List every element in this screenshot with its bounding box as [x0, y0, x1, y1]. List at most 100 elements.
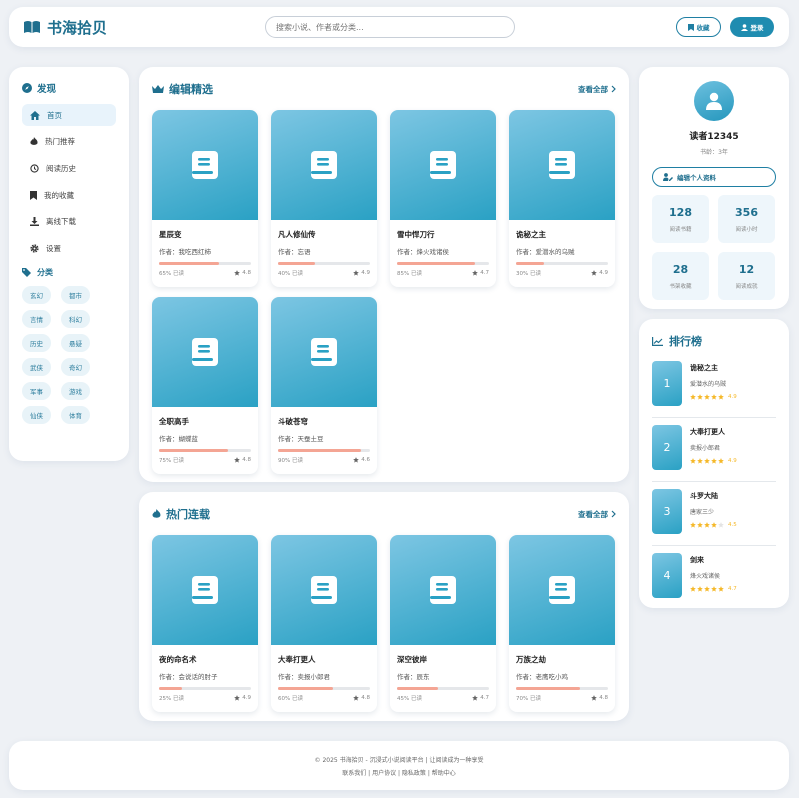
- username: 读者12345: [689, 132, 739, 142]
- book-title: 星辰变: [159, 230, 182, 239]
- ranking-title: 排行榜: [669, 335, 702, 348]
- sidebar-item-history[interactable]: 阅读历史: [22, 157, 116, 179]
- login-button[interactable]: 登录: [730, 17, 774, 37]
- ranking-item[interactable]: 4 剑来 烽火戏诸侯 4.7: [652, 552, 776, 610]
- book-rating: 4.8: [353, 694, 370, 702]
- rank-author: 卖报小郎君: [690, 445, 721, 452]
- rating-value: 4.7: [480, 695, 489, 701]
- download-icon: [30, 217, 39, 227]
- stat-value: 28: [672, 262, 689, 276]
- book-card[interactable]: 星辰变 作者：我吃西红柿 65% 已读 4.8: [152, 110, 258, 287]
- sidebar-item-home[interactable]: 首页: [22, 104, 116, 126]
- book-cover: [152, 297, 258, 407]
- progress-text: 70% 已读: [516, 696, 541, 702]
- favorites-label: 收藏: [696, 24, 710, 32]
- sidebar-item-settings[interactable]: 设置: [22, 237, 116, 259]
- reading-progress-bar: [397, 262, 489, 265]
- favorites-button[interactable]: 收藏: [676, 17, 721, 37]
- star-icon: [234, 270, 241, 276]
- category-tag[interactable]: 仙侠: [22, 406, 51, 425]
- category-tag[interactable]: 武侠: [22, 358, 51, 377]
- ranking-list: 1 诡秘之主 爱潜水的乌贼 4.9 2 大奉打更人 卖报小郎君 4.9 3 斗罗大陆 唐家三少 4.5…: [652, 360, 776, 610]
- progress-fill: [159, 262, 219, 265]
- reading-progress-bar: [516, 262, 608, 265]
- category-tag[interactable]: 言情: [22, 310, 51, 329]
- book-card[interactable]: 诡秘之主 作者：爱潜水的乌贼 30% 已读 4.9: [509, 110, 615, 287]
- book-title: 雪中悍刀行: [397, 230, 435, 239]
- book-rating: 4.9: [591, 269, 608, 277]
- book-card[interactable]: 夜的命名术 作者：会说话的肘子 25% 已读 4.9: [152, 535, 258, 712]
- ranking-item[interactable]: 3 斗罗大陆 唐家三少 4.5: [652, 488, 776, 546]
- rating-value: 4.9: [728, 458, 737, 464]
- book-rating: 4.7: [472, 694, 489, 702]
- star-icon: [704, 522, 710, 528]
- book-card[interactable]: 深空彼岸 作者：辰东 45% 已读 4.7: [390, 535, 496, 712]
- book-author: 作者：爱潜水的乌贼: [516, 248, 575, 256]
- category-tag[interactable]: 游戏: [61, 382, 90, 401]
- category-tag[interactable]: 军事: [22, 382, 51, 401]
- ranking-item[interactable]: 2 大奉打更人 卖报小郎君 4.9: [652, 424, 776, 482]
- sidebar-item-bookmarks[interactable]: 我的收藏: [22, 184, 116, 206]
- star-icon: [234, 457, 241, 463]
- stat-label: 书架收藏: [669, 283, 692, 290]
- book-card[interactable]: 斗破苍穹 作者：天蚕土豆 90% 已读 4.6: [271, 297, 377, 474]
- rating-value: 4.8: [242, 457, 251, 463]
- category-tag[interactable]: 悬疑: [61, 334, 90, 353]
- category-tag[interactable]: 都市: [61, 286, 90, 305]
- book-card[interactable]: 雪中悍刀行 作者：烽火戏诸侯 85% 已读 4.7: [390, 110, 496, 287]
- search-input[interactable]: [265, 16, 515, 38]
- progress-text: 65% 已读: [159, 271, 184, 277]
- stat-shelf: 28 书架收藏: [652, 252, 709, 300]
- book-card[interactable]: 全职高手 作者：蝴蝶蓝 75% 已读 4.8: [152, 297, 258, 474]
- category-title: 分类: [37, 268, 53, 278]
- book-icon: [430, 576, 456, 604]
- view-all-link[interactable]: 查看全部: [578, 509, 616, 520]
- footer-links[interactable]: 联系我们 | 用户协议 | 隐私政策 | 帮助中心: [342, 768, 456, 777]
- user-icon: [740, 23, 748, 31]
- star-icon: [697, 586, 703, 592]
- reading-progress-bar: [516, 687, 608, 690]
- book-title: 大奉打更人: [278, 655, 316, 664]
- rank-title: 大奉打更人: [690, 428, 725, 436]
- rating-value: 4.6: [361, 457, 370, 463]
- book-icon: [311, 338, 337, 366]
- stat-achievements: 12 阅读成就: [718, 252, 775, 300]
- view-all-link[interactable]: 查看全部: [578, 84, 616, 95]
- category-tag[interactable]: 体育: [61, 406, 90, 425]
- sidebar-item-hot[interactable]: 热门推荐: [22, 131, 116, 153]
- user-edit-icon: [663, 173, 673, 181]
- book-cover: [509, 535, 615, 645]
- category-tags: 玄幻 都市 言情 科幻 历史 悬疑 武侠 奇幻 军事 游戏 仙侠 体育: [22, 286, 116, 425]
- progress-fill: [516, 687, 581, 690]
- category-tag[interactable]: 历史: [22, 334, 51, 353]
- section-title: 编辑精选: [152, 81, 213, 97]
- progress-fill: [159, 687, 182, 690]
- star-icon: [353, 270, 360, 276]
- avatar[interactable]: [694, 81, 734, 121]
- section-title-text: 编辑精选: [169, 83, 213, 96]
- book-cover: [271, 535, 377, 645]
- book-title: 万族之劫: [516, 655, 546, 664]
- ranking-item[interactable]: 1 诡秘之主 爱潜水的乌贼 4.9: [652, 360, 776, 418]
- category-tag[interactable]: 玄幻: [22, 286, 51, 305]
- star-icon: [711, 522, 717, 528]
- star-icon: [718, 458, 724, 464]
- progress-fill: [516, 262, 544, 265]
- book-card[interactable]: 万族之劫 作者：老鹰吃小鸡 70% 已读 4.8: [509, 535, 615, 712]
- rating-value: 4.9: [728, 394, 737, 400]
- book-card[interactable]: 大奉打更人 作者：卖报小郎君 60% 已读 4.8: [271, 535, 377, 712]
- site-logo[interactable]: 书海拾贝: [23, 17, 107, 38]
- star-rating: 4.9: [690, 458, 737, 464]
- edit-profile-button[interactable]: 编辑个人资料: [652, 167, 776, 187]
- category-tag[interactable]: 科幻: [61, 310, 90, 329]
- book-card[interactable]: 凡人修仙传 作者：忘语 40% 已读 4.9: [271, 110, 377, 287]
- category-tag[interactable]: 奇幻: [61, 358, 90, 377]
- progress-text: 25% 已读: [159, 696, 184, 702]
- progress-text: 90% 已读: [278, 458, 303, 464]
- rating-value: 4.8: [361, 695, 370, 701]
- ranking-heading: 排行榜: [652, 333, 776, 349]
- rank-author: 唐家三少: [690, 509, 715, 516]
- rating-value: 4.9: [599, 270, 608, 276]
- sidebar-item-download[interactable]: 离线下载: [22, 211, 116, 233]
- book-title: 深空彼岸: [397, 655, 427, 664]
